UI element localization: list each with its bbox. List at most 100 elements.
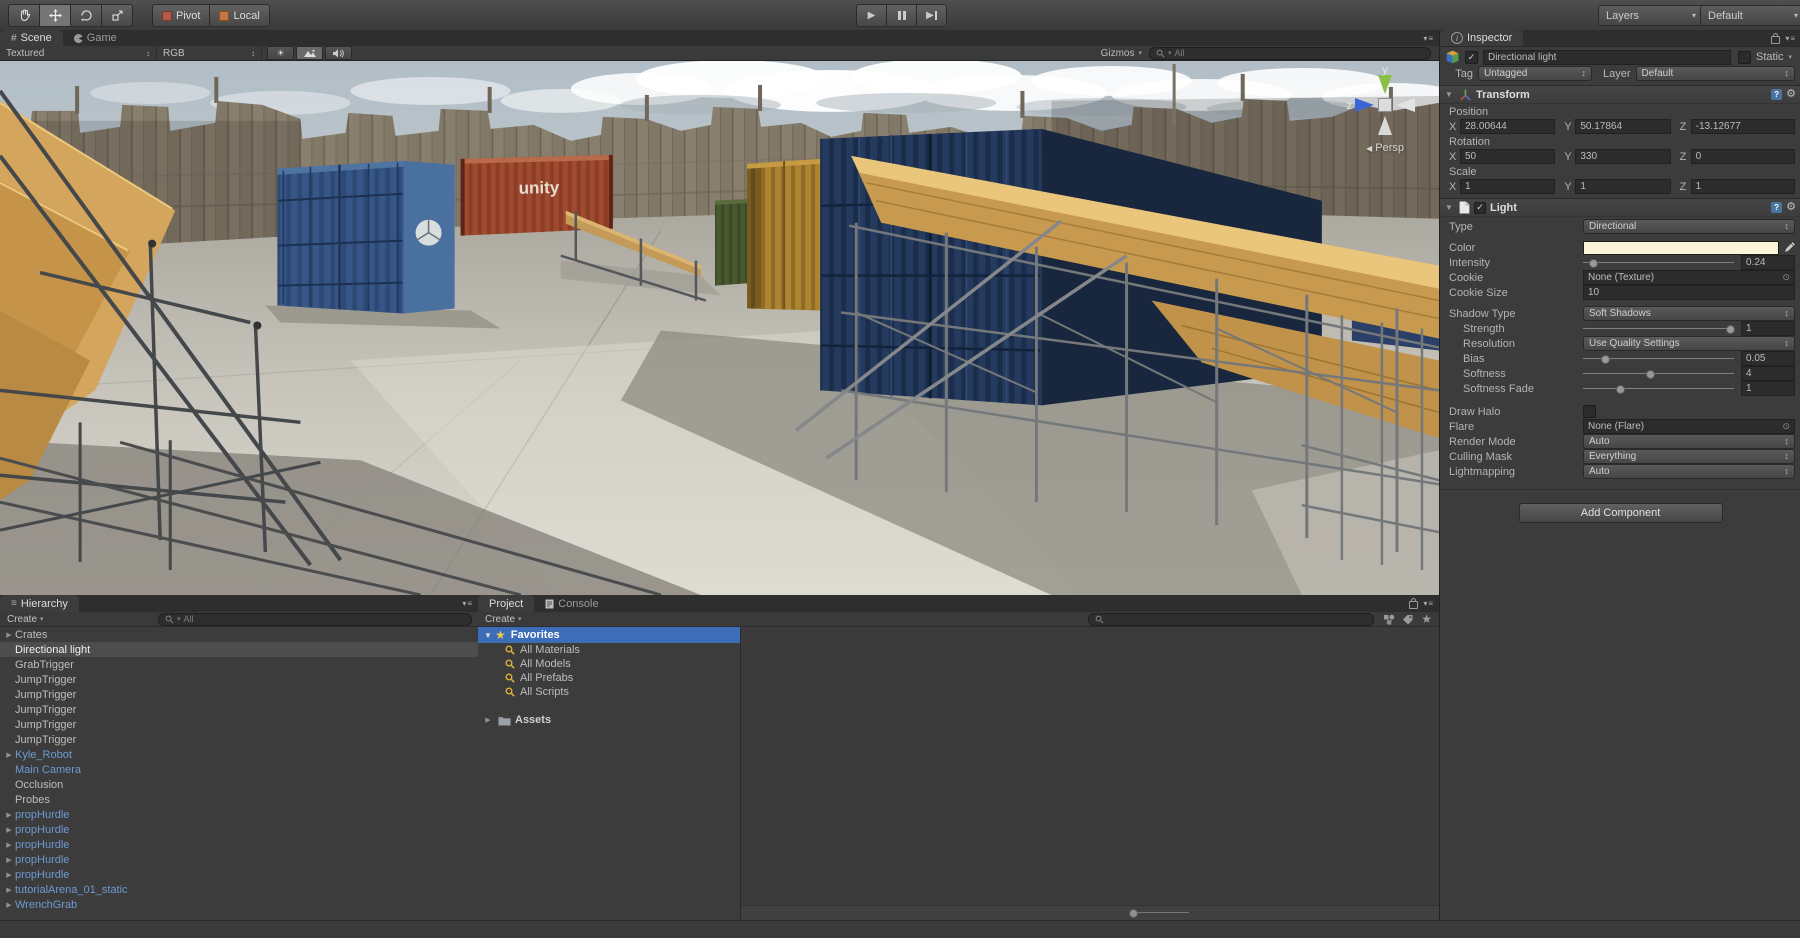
hierarchy-item-tutorialarena[interactable]: ▶tutorialArena_01_static <box>0 882 478 897</box>
expand-arrow-icon[interactable]: ▶ <box>3 886 15 894</box>
strength-value-field[interactable]: 1 <box>1741 321 1795 336</box>
add-component-button[interactable]: Add Component <box>1519 503 1723 523</box>
tab-scene[interactable]: # Scene <box>0 30 63 46</box>
hierarchy-panel-menu[interactable]: ▾≡ <box>462 595 478 612</box>
tag-dropdown[interactable]: Untagged ↕ <box>1478 66 1592 81</box>
assets-folder-row[interactable]: ▶ Assets <box>478 712 740 728</box>
resolution-dropdown[interactable]: Use Quality Settings ↕ <box>1583 336 1795 351</box>
scale-z-field[interactable]: 1 <box>1691 179 1795 194</box>
eyedropper-icon[interactable] <box>1784 242 1795 253</box>
culling-mask-dropdown[interactable]: Everything ↕ <box>1583 449 1795 464</box>
intensity-slider[interactable] <box>1583 256 1734 269</box>
hierarchy-item-prophurdle[interactable]: ▶propHurdle <box>0 867 478 882</box>
hierarchy-item-jumptrigger[interactable]: JumpTrigger <box>0 672 478 687</box>
tab-project[interactable]: Project <box>478 595 534 612</box>
lock-icon[interactable] <box>1771 36 1780 44</box>
gear-icon[interactable]: ⚙ <box>1786 89 1796 100</box>
rotation-x-field[interactable]: 50 <box>1460 149 1555 164</box>
foldout-arrow-icon[interactable]: ▼ <box>1445 90 1455 99</box>
project-search-input[interactable] <box>1088 613 1374 626</box>
softness-slider[interactable] <box>1583 367 1734 380</box>
favorite-all-prefabs[interactable]: All Prefabs <box>478 671 740 685</box>
hierarchy-item-jumptrigger[interactable]: JumpTrigger <box>0 702 478 717</box>
expand-arrow-icon[interactable]: ▶ <box>3 856 15 864</box>
step-button[interactable]: ▶ <box>916 4 947 27</box>
skybox-fx-toggle[interactable] <box>296 46 323 60</box>
scene-viewport[interactable]: unity <box>0 61 1439 595</box>
position-x-field[interactable]: 28.00644 <box>1460 119 1555 134</box>
light-enabled-checkbox[interactable]: ✓ <box>1474 202 1486 214</box>
static-dropdown-arrow-icon[interactable]: ▾ <box>1789 53 1793 61</box>
audio-toggle[interactable] <box>325 46 352 60</box>
transform-component-header[interactable]: ▼ Transform ? ⚙ <box>1440 85 1800 104</box>
play-button[interactable]: ▶ <box>856 4 886 27</box>
hierarchy-item-prophurdle[interactable]: ▶propHurdle <box>0 807 478 822</box>
axis-orientation-gizmo[interactable]: y z ◀ Persp <box>1343 65 1427 161</box>
cookie-size-field[interactable]: 10 <box>1583 285 1795 300</box>
rotate-tool-button[interactable] <box>70 4 101 27</box>
flare-object-field[interactable]: None (Flare) ⊙ <box>1583 419 1795 434</box>
move-tool-button[interactable] <box>39 4 70 27</box>
icon-size-slider[interactable] <box>1131 912 1189 913</box>
hierarchy-item-kyle-robot[interactable]: ▶Kyle_Robot <box>0 747 478 762</box>
expand-arrow-icon[interactable]: ▶ <box>3 826 15 834</box>
light-color-swatch[interactable] <box>1583 241 1779 255</box>
hierarchy-item-directional-light[interactable]: Directional light <box>0 642 478 657</box>
softness-value-field[interactable]: 4 <box>1741 366 1795 381</box>
gameobject-name-field[interactable]: Directional light <box>1483 50 1731 65</box>
help-icon[interactable]: ? <box>1771 89 1782 100</box>
lightmapping-dropdown[interactable]: Auto ↕ <box>1583 464 1795 479</box>
intensity-value-field[interactable]: 0.24 <box>1741 255 1795 270</box>
static-checkbox[interactable] <box>1738 51 1751 64</box>
bias-value-field[interactable]: 0.05 <box>1741 351 1795 366</box>
position-y-field[interactable]: 50.17864 <box>1575 119 1670 134</box>
draw-mode-dropdown[interactable]: Textured ↕ <box>0 46 157 60</box>
hierarchy-item-main-camera[interactable]: Main Camera <box>0 762 478 777</box>
foldout-arrow-icon[interactable]: ▼ <box>1445 203 1455 212</box>
light-type-dropdown[interactable]: Directional ↕ <box>1583 219 1795 234</box>
softness-fade-slider[interactable] <box>1583 382 1734 395</box>
draw-halo-checkbox[interactable] <box>1583 405 1596 418</box>
tab-game[interactable]: Game <box>63 30 128 46</box>
lighting-toggle[interactable]: ☀ <box>267 46 294 60</box>
expand-arrow-icon[interactable]: ▶ <box>3 871 15 879</box>
gizmos-dropdown[interactable]: Gizmos ▾ <box>1101 48 1142 59</box>
expand-arrow-icon[interactable]: ▶ <box>482 716 494 724</box>
pause-button[interactable] <box>886 4 916 27</box>
project-panel-menu[interactable]: ▾≡ <box>1409 595 1439 612</box>
render-mode-dropdown[interactable]: Auto ↕ <box>1583 434 1795 449</box>
rotation-z-field[interactable]: 0 <box>1691 149 1795 164</box>
hand-tool-button[interactable] <box>8 4 39 27</box>
hierarchy-item-prophurdle[interactable]: ▶propHurdle <box>0 822 478 837</box>
filter-by-label-icon[interactable] <box>1402 614 1414 625</box>
layers-dropdown[interactable]: Layers ▾ <box>1598 5 1704 26</box>
scene-search-input[interactable]: ▾ All <box>1149 47 1431 60</box>
softness-fade-value-field[interactable]: 1 <box>1741 381 1795 396</box>
expand-arrow-icon[interactable]: ▶ <box>3 841 15 849</box>
hierarchy-item-probes[interactable]: Probes <box>0 792 478 807</box>
inspector-panel-menu[interactable]: ▾≡ <box>1771 30 1800 46</box>
hierarchy-item-occlusion[interactable]: Occlusion <box>0 777 478 792</box>
hierarchy-create-button[interactable]: Create ▾ <box>0 612 51 626</box>
hierarchy-item-crates[interactable]: ▶Crates <box>0 627 478 642</box>
favorite-all-models[interactable]: All Models <box>478 657 740 671</box>
gear-icon[interactable]: ⚙ <box>1786 202 1796 213</box>
hierarchy-item-prophurdle[interactable]: ▶propHurdle <box>0 852 478 867</box>
cookie-object-field[interactable]: None (Texture) ⊙ <box>1583 270 1795 285</box>
gameobject-enabled-checkbox[interactable]: ✓ <box>1465 51 1478 64</box>
favorite-all-scripts[interactable]: All Scripts <box>478 685 740 699</box>
help-icon[interactable]: ? <box>1771 202 1782 213</box>
favorites-row[interactable]: ▼ ★ Favorites <box>478 627 740 643</box>
light-component-header[interactable]: ▼ ✓ Light ? ⚙ <box>1440 198 1800 217</box>
object-picker-icon[interactable]: ⊙ <box>1782 272 1790 283</box>
position-z-field[interactable]: -13.12677 <box>1691 119 1795 134</box>
hierarchy-item-jumptrigger[interactable]: JumpTrigger <box>0 717 478 732</box>
rotation-y-field[interactable]: 330 <box>1575 149 1670 164</box>
tab-console[interactable]: Console <box>534 595 609 612</box>
hierarchy-search-input[interactable]: ▾ All <box>158 613 472 626</box>
expand-arrow-icon[interactable]: ▶ <box>3 901 15 909</box>
hierarchy-item-grabtrigger[interactable]: GrabTrigger <box>0 657 478 672</box>
expand-arrow-icon[interactable]: ▶ <box>3 631 15 639</box>
project-create-button[interactable]: Create ▾ <box>478 612 529 626</box>
project-asset-grid[interactable] <box>741 627 1439 920</box>
